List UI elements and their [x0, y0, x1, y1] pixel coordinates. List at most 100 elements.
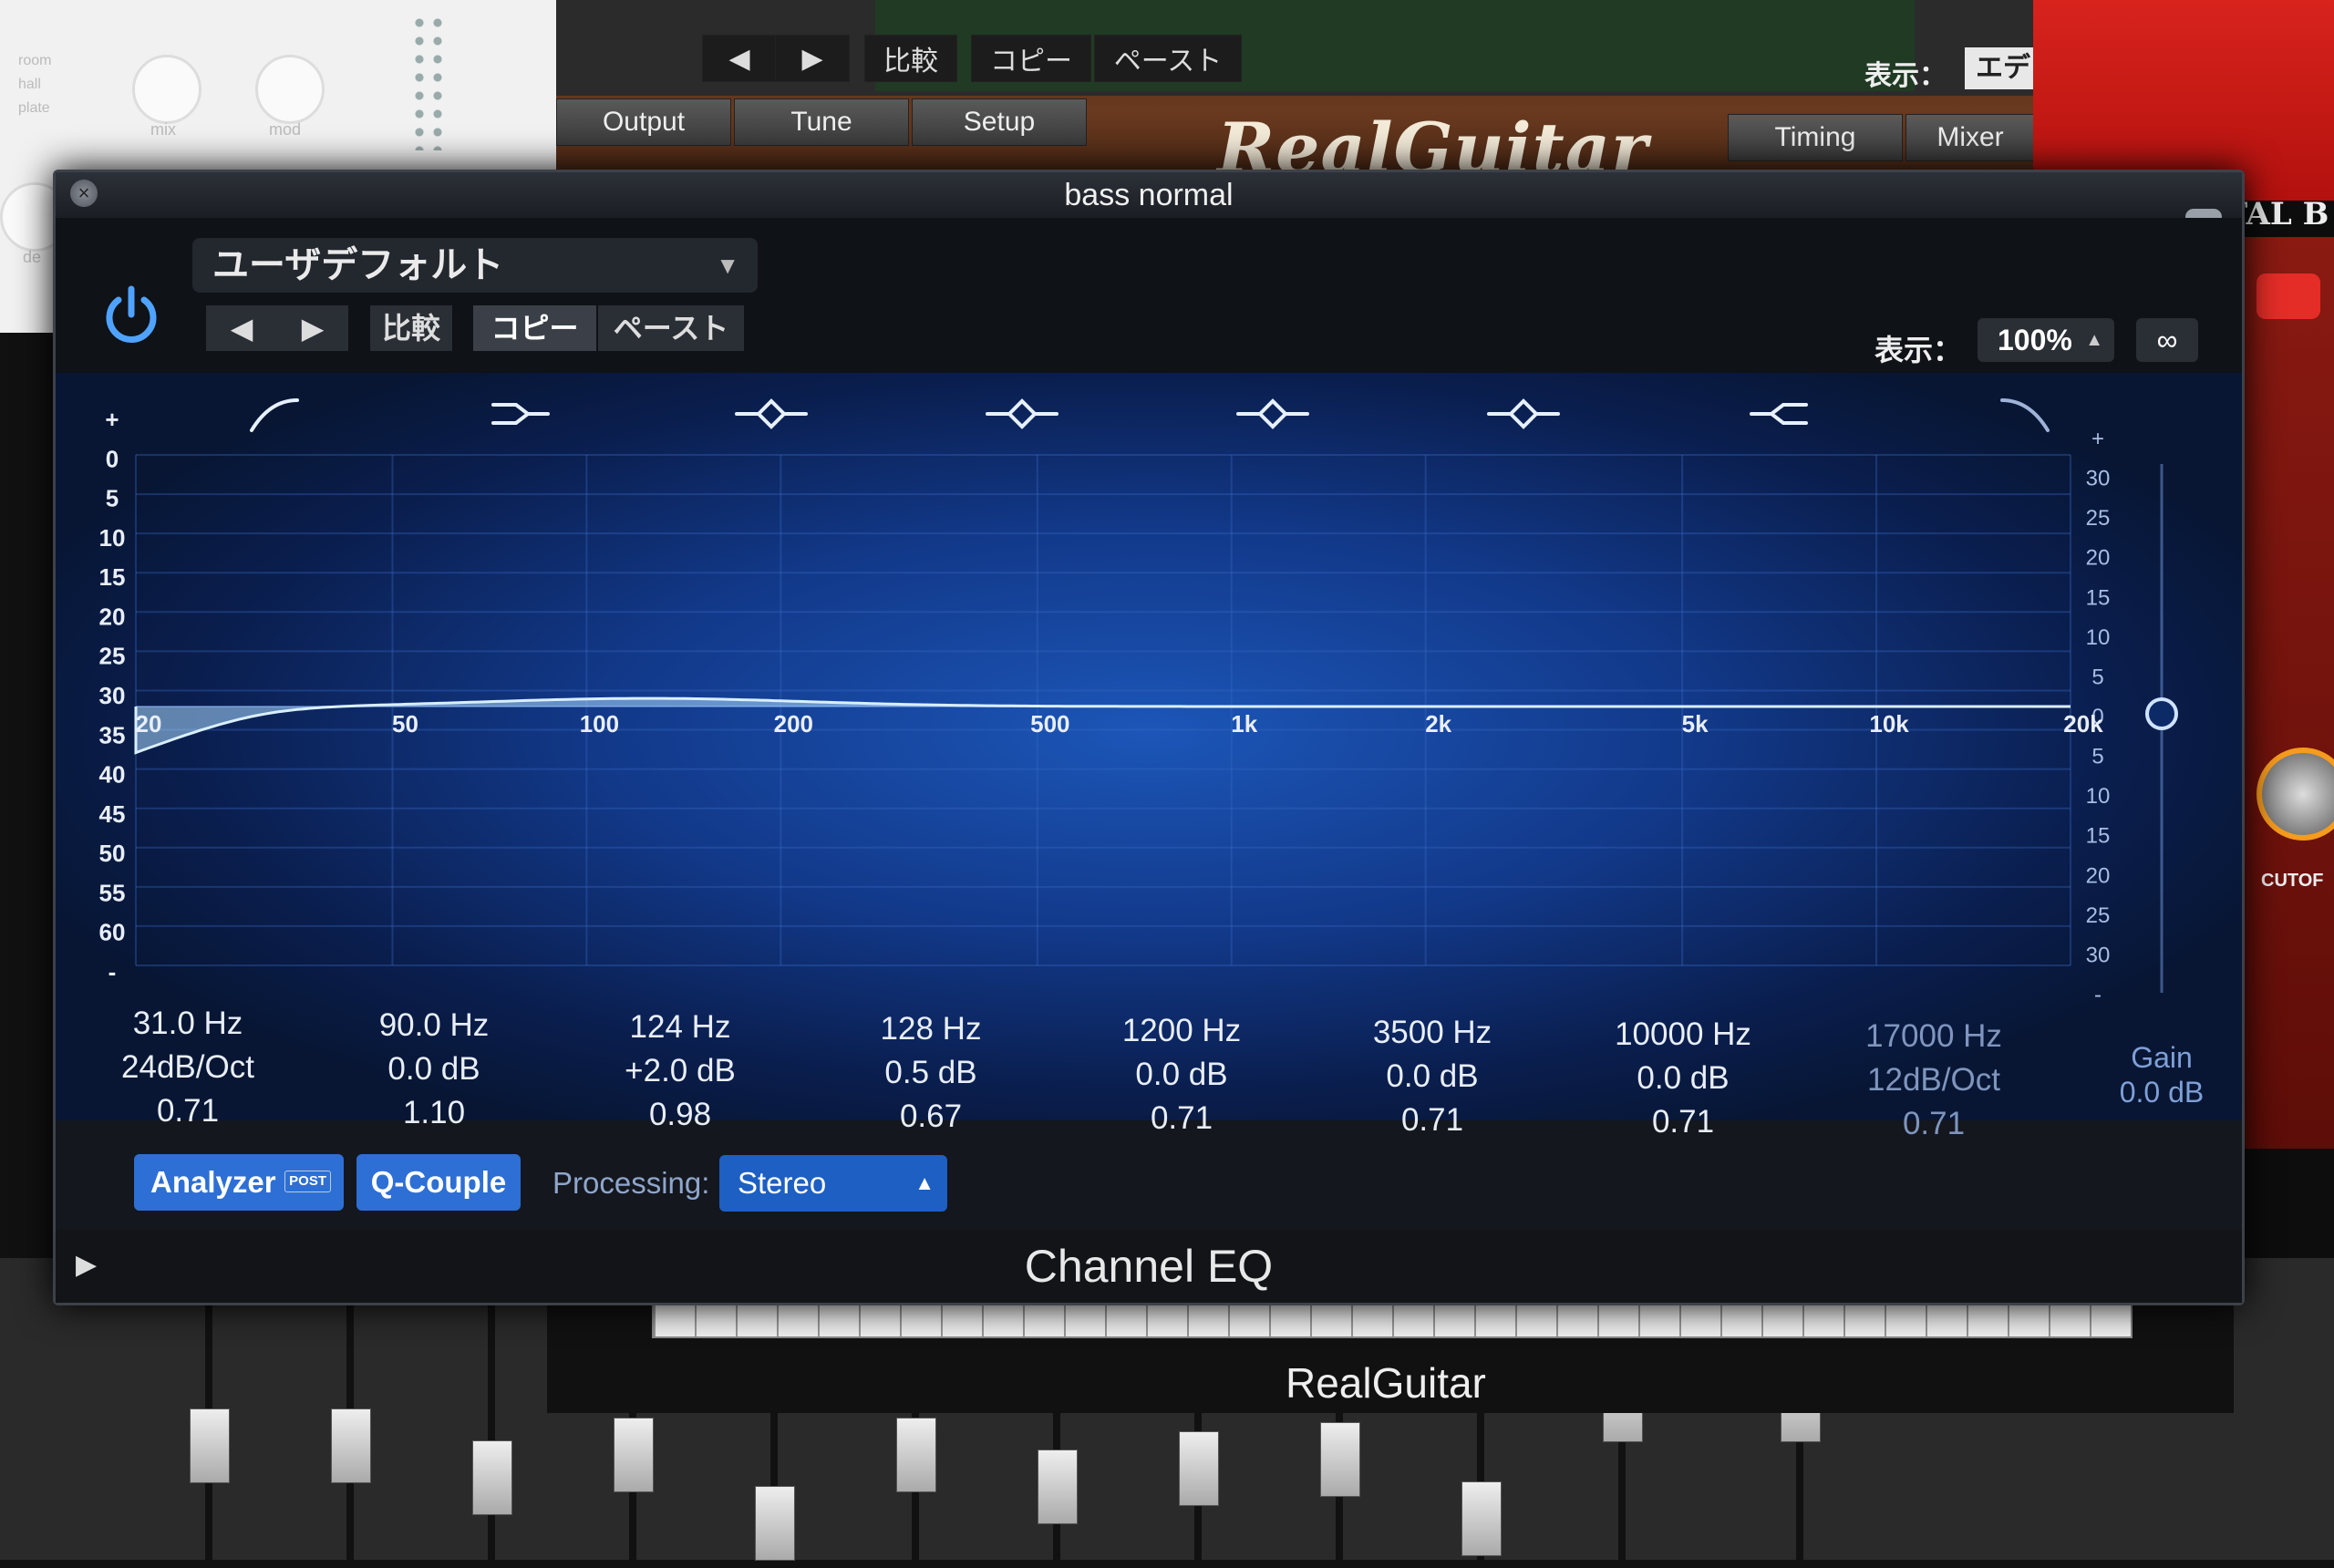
- band-6-frequency[interactable]: 3500 Hz: [1346, 1011, 1519, 1055]
- band-6-params[interactable]: 3500 Hz 0.0 dB 0.71: [1346, 1011, 1519, 1142]
- band-3-params[interactable]: 124 Hz +2.0 dB 0.98: [594, 1006, 767, 1137]
- band-8-gain[interactable]: 12dB/Oct: [1847, 1058, 2020, 1102]
- band-4-type-icon[interactable]: [986, 398, 1059, 429]
- q-couple-button[interactable]: Q-Couple: [356, 1154, 521, 1211]
- channel-fader[interactable]: [472, 1440, 512, 1515]
- rg-prev-button[interactable]: ◀: [702, 35, 777, 82]
- rg-next-button[interactable]: ▶: [775, 35, 850, 82]
- frequency-label: 20: [136, 710, 162, 738]
- band-6-gain[interactable]: 0.0 dB: [1346, 1055, 1519, 1099]
- band-7-params[interactable]: 10000 Hz 0.0 dB 0.71: [1596, 1013, 1770, 1144]
- timeline-ruler[interactable]: [652, 1302, 2133, 1338]
- band-8-frequency[interactable]: 17000 Hz: [1847, 1015, 2020, 1058]
- channel-fader[interactable]: [1461, 1481, 1502, 1556]
- analyzer-post-badge[interactable]: POST: [284, 1171, 331, 1192]
- band-5-params[interactable]: 1200 Hz 0.0 dB 0.71: [1095, 1009, 1268, 1140]
- band-2-params[interactable]: 90.0 Hz 0.0 dB 1.10: [347, 1004, 521, 1135]
- compare-button[interactable]: 比較: [370, 305, 452, 351]
- band-6-q[interactable]: 0.71: [1346, 1099, 1519, 1142]
- channel-fader[interactable]: [331, 1408, 371, 1483]
- gain-slider-handle[interactable]: [2145, 697, 2178, 730]
- band-2-gain[interactable]: 0.0 dB: [347, 1047, 521, 1091]
- right-scale-label: +: [2091, 427, 2104, 451]
- channel-fader[interactable]: [1038, 1449, 1078, 1524]
- channel-fader[interactable]: [1320, 1422, 1360, 1497]
- band-1-gain[interactable]: 24dB/Oct: [101, 1046, 274, 1089]
- processing-select[interactable]: Stereo ▲▼: [719, 1155, 947, 1251]
- band-3-gain[interactable]: +2.0 dB: [594, 1049, 767, 1093]
- next-preset-button[interactable]: ▶: [277, 305, 348, 351]
- analyzer-label: Analyzer: [150, 1165, 276, 1199]
- band-6-type-icon[interactable]: [1487, 398, 1560, 429]
- band-4-q[interactable]: 0.67: [844, 1095, 1017, 1139]
- band-7-frequency[interactable]: 10000 Hz: [1596, 1013, 1770, 1057]
- band-3-q[interactable]: 0.98: [594, 1093, 767, 1137]
- legend-plate: plate: [18, 100, 50, 116]
- prev-preset-button[interactable]: ◀: [206, 305, 277, 351]
- mod-knob-label: mod: [269, 120, 302, 139]
- band-2-type-icon[interactable]: [491, 403, 550, 425]
- right-scale-label: 20: [2086, 546, 2111, 571]
- link-icon[interactable]: ∞: [2136, 318, 2198, 362]
- band-5-gain[interactable]: 0.0 dB: [1095, 1053, 1268, 1097]
- left-scale-label: 20: [99, 603, 126, 630]
- right-scale-label: -: [2094, 983, 2102, 1007]
- band-2-frequency[interactable]: 90.0 Hz: [347, 1004, 521, 1047]
- band-4-params[interactable]: 128 Hz 0.5 dB 0.67: [844, 1007, 1017, 1139]
- right-scale-label: 30: [2086, 467, 2111, 491]
- right-scale-label: 25: [2086, 903, 2111, 928]
- mod-knob[interactable]: [255, 55, 325, 124]
- rg-tab-tune[interactable]: Tune: [734, 98, 909, 146]
- rg-copy-button[interactable]: コピー: [971, 35, 1091, 82]
- channel-fader[interactable]: [896, 1418, 936, 1492]
- band-3-type-icon[interactable]: [735, 398, 808, 429]
- rg-paste-button[interactable]: ペースト: [1094, 35, 1242, 82]
- analyzer-button[interactable]: Analyzer POST: [134, 1154, 344, 1211]
- band-7-type-icon[interactable]: [1750, 403, 1808, 425]
- band-8-q[interactable]: 0.71: [1847, 1102, 2020, 1146]
- left-scale-label: 35: [99, 721, 126, 748]
- band-1-params[interactable]: 31.0 Hz 24dB/Oct 0.71: [101, 1002, 274, 1133]
- rg-tab-output[interactable]: Output: [556, 98, 731, 146]
- close-icon[interactable]: ×: [70, 180, 98, 207]
- channel-fader[interactable]: [190, 1408, 230, 1483]
- band-5-q[interactable]: 0.71: [1095, 1097, 1268, 1140]
- band-2-q[interactable]: 1.10: [347, 1091, 521, 1135]
- band-5-frequency[interactable]: 1200 Hz: [1095, 1009, 1268, 1053]
- channel-fader[interactable]: [755, 1486, 795, 1561]
- eq-footer: ▶ Channel EQ: [56, 1230, 2242, 1303]
- gain-label: Gain: [2131, 1041, 2193, 1074]
- output-gain[interactable]: Gain 0.0 dB: [2107, 1040, 2216, 1109]
- rg-tab-setup[interactable]: Setup: [912, 98, 1087, 146]
- preset-selector[interactable]: ユーザデフォルト ▼: [192, 238, 758, 293]
- rg-tab-timing[interactable]: Timing: [1728, 114, 1903, 161]
- band-4-gain[interactable]: 0.5 dB: [844, 1051, 1017, 1095]
- rg-display-value[interactable]: エデ: [1965, 47, 2038, 89]
- band-7-gain[interactable]: 0.0 dB: [1596, 1057, 1770, 1100]
- processing-value: Stereo: [738, 1166, 827, 1200]
- play-icon[interactable]: [2257, 273, 2320, 319]
- rg-tab-mixer[interactable]: Mixer: [1905, 114, 2035, 161]
- channel-eq-window: bass normal × ユーザデフォルト ▼ ◀ ▶ 比較 コピー ペースト…: [53, 170, 2245, 1305]
- power-icon[interactable]: [97, 282, 166, 351]
- band-1-type-icon[interactable]: [250, 398, 299, 432]
- display-zoom-select[interactable]: 100% ▲: [1978, 318, 2114, 362]
- channel-fader[interactable]: [614, 1418, 654, 1492]
- band-7-q[interactable]: 0.71: [1596, 1100, 1770, 1144]
- chevron-down-icon: ▼: [716, 252, 739, 279]
- band-8-params[interactable]: 17000 Hz 12dB/Oct 0.71: [1847, 1015, 2020, 1146]
- paste-button[interactable]: ペースト: [598, 305, 744, 351]
- band-4-frequency[interactable]: 128 Hz: [844, 1007, 1017, 1051]
- band-5-type-icon[interactable]: [1236, 398, 1309, 429]
- copy-button[interactable]: コピー: [473, 305, 596, 351]
- disclosure-triangle-icon[interactable]: ▶: [76, 1252, 97, 1279]
- band-3-frequency[interactable]: 124 Hz: [594, 1006, 767, 1049]
- right-scale-label: 10: [2086, 784, 2111, 809]
- rg-compare-button[interactable]: 比較: [864, 35, 957, 82]
- mix-knob[interactable]: [132, 55, 201, 124]
- band-8-type-icon[interactable]: [2000, 398, 2050, 432]
- right-scale-label: 30: [2086, 943, 2111, 967]
- band-1-q[interactable]: 0.71: [101, 1089, 274, 1133]
- channel-fader[interactable]: [1179, 1431, 1219, 1506]
- band-1-frequency[interactable]: 31.0 Hz: [101, 1002, 274, 1046]
